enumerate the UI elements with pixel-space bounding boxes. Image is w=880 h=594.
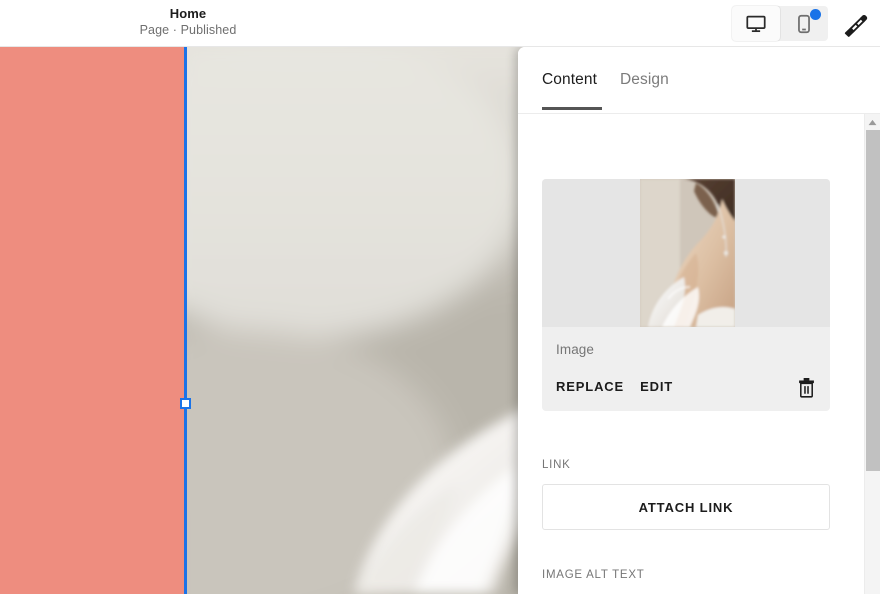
top-bar: Home Page · Published: [0, 0, 880, 47]
delete-image-button[interactable]: [794, 375, 818, 399]
view-mode-toggle: [732, 6, 828, 41]
coral-color-block[interactable]: [0, 47, 184, 594]
image-preview-area[interactable]: [542, 179, 830, 327]
scroll-up-button[interactable]: [865, 114, 880, 130]
panel-tab-bar: Content Design: [518, 47, 880, 114]
theme-brush-button[interactable]: [836, 6, 874, 41]
page-title: Home: [169, 6, 207, 21]
alt-text-section-label: IMAGE ALT TEXT: [542, 569, 645, 581]
active-tab-indicator: [542, 107, 602, 110]
image-thumbnail[interactable]: [640, 179, 735, 327]
image-card-label: Image: [556, 342, 595, 357]
desktop-monitor-icon: [745, 13, 767, 35]
replace-image-button[interactable]: REPLACE: [556, 379, 624, 394]
paintbrush-icon: [842, 11, 868, 37]
selection-border-left[interactable]: [184, 47, 187, 594]
desktop-view-button[interactable]: [732, 6, 780, 41]
panel-scrollbar[interactable]: [864, 114, 880, 594]
mobile-notification-badge: [810, 9, 821, 20]
chevron-up-icon: [868, 119, 877, 126]
tab-design[interactable]: Design: [620, 71, 669, 89]
page-title-group: Home Page · Published: [0, 5, 376, 39]
panel-content-area: Image REPLACE EDIT LINK ATTACH LINK IMAG…: [518, 114, 863, 594]
link-section-label: LINK: [542, 459, 571, 471]
image-card-actions: REPLACE EDIT: [556, 379, 673, 394]
edit-image-button[interactable]: EDIT: [640, 379, 673, 394]
attach-link-button[interactable]: ATTACH LINK: [542, 484, 830, 530]
image-card: Image REPLACE EDIT: [542, 179, 830, 411]
trash-icon: [797, 377, 816, 398]
mobile-view-button[interactable]: [780, 6, 828, 41]
scroll-thumb[interactable]: [866, 130, 880, 471]
page-builder-app: Home Page · Published Content Design Ima…: [0, 0, 880, 594]
image-settings-panel: Content Design Image REPLACE EDIT LINK A…: [518, 47, 880, 594]
thumbnail-photo-illustration: [640, 179, 735, 327]
resize-handle-left[interactable]: [180, 398, 191, 409]
page-status-subtitle: Page · Published: [139, 23, 237, 37]
tab-content[interactable]: Content: [542, 71, 597, 89]
